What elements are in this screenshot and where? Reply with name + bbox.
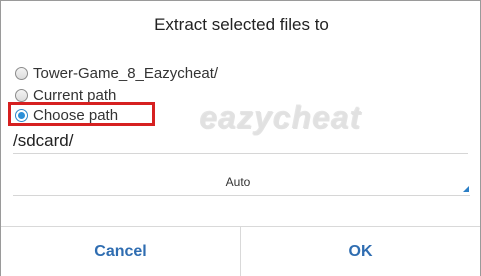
extract-dialog: Extract selected files to Tower-Game_8_E… <box>0 0 481 276</box>
encoding-select[interactable]: Auto <box>13 169 470 196</box>
cancel-button[interactable]: Cancel <box>1 227 240 276</box>
dialog-title: Extract selected files to <box>154 15 329 34</box>
dropdown-corner-icon <box>463 186 469 192</box>
option-archive-folder-label: Tower-Game_8_Eazycheat/ <box>33 64 219 82</box>
option-archive-folder[interactable]: Tower-Game_8_Eazycheat/ <box>15 63 218 83</box>
encoding-select-value: Auto <box>225 175 251 189</box>
button-bar: Cancel OK <box>1 226 480 276</box>
option-current-path-label: Current path <box>33 86 117 104</box>
ok-button[interactable]: OK <box>241 227 480 276</box>
highlight-annotation-box <box>8 102 155 126</box>
destination-path-input[interactable] <box>13 129 468 154</box>
radio-button-unchecked[interactable] <box>15 66 28 80</box>
radio-button-unchecked[interactable] <box>15 88 28 102</box>
